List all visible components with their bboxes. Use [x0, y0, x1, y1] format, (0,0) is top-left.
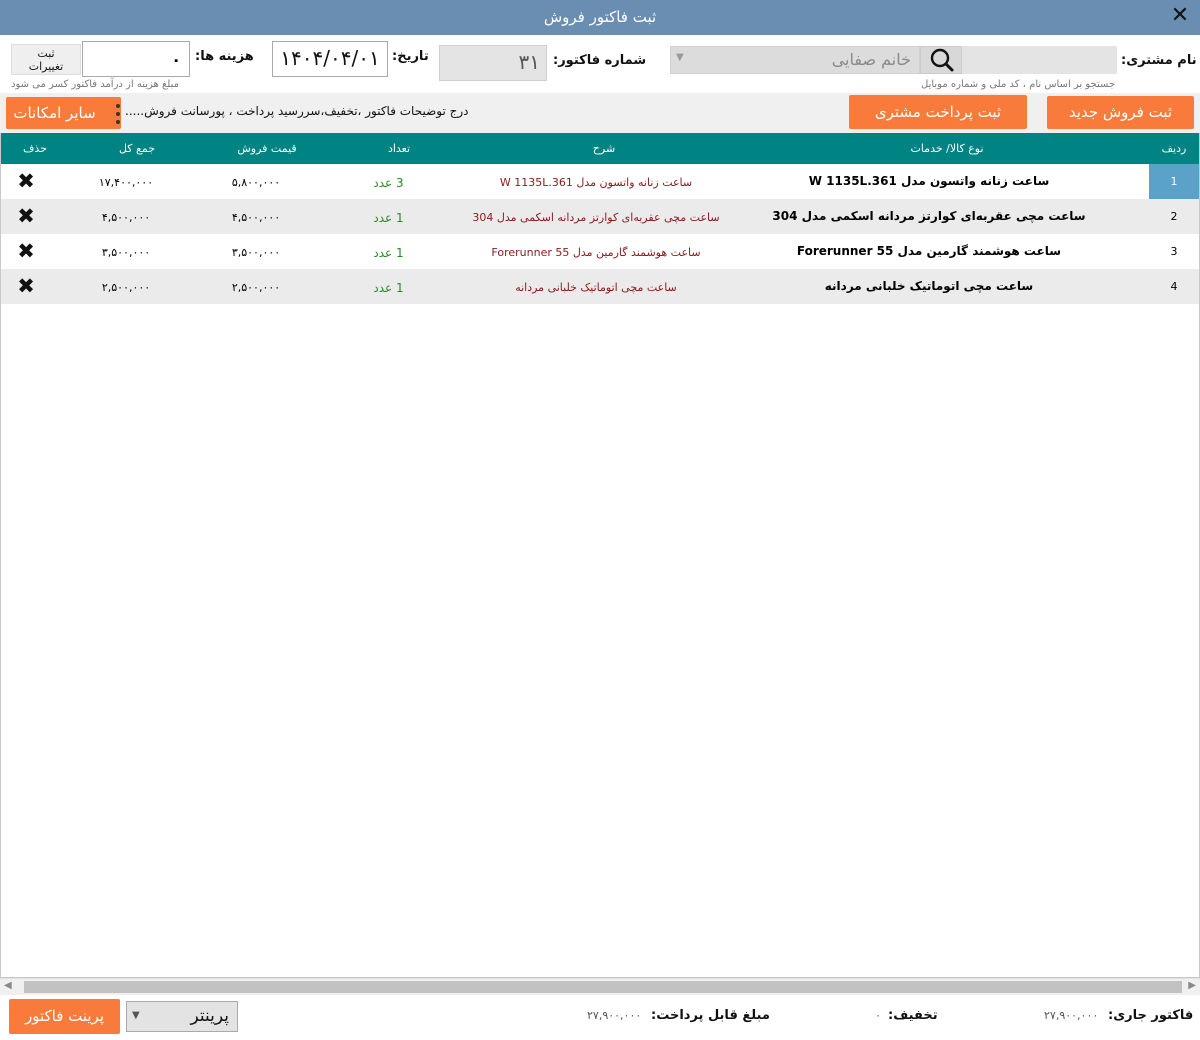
date-label: تاریخ: [392, 49, 429, 64]
delete-x-icon[interactable]: ✖ [11, 239, 41, 263]
row-quantity: 1 عدد [373, 246, 404, 260]
row-item-name: ساعت مچی اتوماتیک خلبانی مردانه [824, 279, 1034, 293]
table-row[interactable]: 1 ساعت زنانه واتسون مدل W 1135L.361 ساعت… [1, 164, 1199, 199]
payable-label: مبلغ قابل پرداخت: [651, 1008, 770, 1023]
discount-label: تخفیف: [888, 1008, 938, 1023]
title-bar: ثبت فاکتور فروش ✕ [0, 0, 1200, 35]
sales-invoice-window: ثبت فاکتور فروش ✕ نام مشتری: جستجو بر اس… [0, 0, 1200, 1040]
row-index: 2 [1170, 210, 1178, 223]
scroll-left-icon[interactable]: ◀ [4, 980, 12, 991]
row-item-name: ساعت مچی عقربه‌ای کوارتز مردانه اسکمی مد… [772, 209, 1086, 223]
table-row[interactable]: 2 ساعت مچی عقربه‌ای کوارتز مردانه اسکمی … [1, 199, 1199, 234]
column-desc: شرح [592, 142, 616, 155]
customer-payment-button[interactable]: ثبت پرداخت مشتری [849, 95, 1027, 129]
invoice-description-link[interactable]: درج توضیحات فاکتور ،تخفیف،سررسید پرداخت … [125, 104, 469, 118]
cost-hint: مبلغ هزینه از درآمد فاکتور کسر می شود [11, 79, 179, 90]
print-invoice-button[interactable]: پرینت فاکتور [9, 999, 120, 1034]
search-icon [930, 48, 954, 72]
cost-field[interactable]: ۰ [82, 41, 190, 77]
row-quantity: 1 عدد [373, 281, 404, 295]
row-item-name: ساعت زنانه واتسون مدل W 1135L.361 [808, 174, 1050, 188]
invoice-number-label: شماره فاکتور: [553, 53, 647, 68]
invoice-header: نام مشتری: جستجو بر اساس نام ، کد ملی و … [0, 35, 1200, 93]
save-changes-button[interactable]: ثبت تغییرات [11, 44, 81, 75]
printer-selected-value: پرینتر [190, 1006, 229, 1026]
printer-select[interactable]: پرینتر ▼ [126, 1001, 238, 1032]
search-button[interactable] [920, 46, 962, 74]
table-row[interactable]: 4 ساعت مچی اتوماتیک خلبانی مردانه ساعت م… [1, 269, 1199, 304]
column-index: ردیف [1161, 142, 1187, 155]
row-index: 3 [1170, 245, 1178, 258]
row-description: ساعت مچی عقربه‌ای کوارتز مردانه اسکمی مد… [472, 211, 720, 224]
row-price: ۳,۵۰۰,۰۰۰ [231, 246, 281, 259]
row-description: ساعت زنانه واتسون مدل W 1135L.361 [499, 176, 693, 189]
delete-x-icon[interactable]: ✖ [11, 169, 41, 193]
delete-x-icon[interactable]: ✖ [11, 204, 41, 228]
row-price: ۵,۸۰۰,۰۰۰ [231, 176, 281, 189]
customer-select[interactable]: خانم صفایی ▼ [670, 46, 920, 74]
scroll-right-icon[interactable]: ▶ [1188, 980, 1196, 991]
row-price: ۲,۵۰۰,۰۰۰ [231, 281, 281, 294]
row-price: ۴,۵۰۰,۰۰۰ [231, 211, 281, 224]
table-row[interactable]: 3 ساعت هوشمند گارمین مدل Forerunner 55 س… [1, 234, 1199, 269]
new-sale-button[interactable]: ثبت فروش جدید [1047, 96, 1194, 129]
row-quantity: 3 عدد [373, 176, 404, 190]
more-options-button[interactable]: سایر امکانات [6, 97, 121, 129]
invoice-number-field: ۳۱ [439, 45, 547, 81]
vertical-dots-icon [112, 101, 124, 131]
row-index: 4 [1170, 280, 1178, 293]
row-total: ۱۷,۴۰۰,۰۰۰ [98, 176, 154, 189]
window-title: ثبت فاکتور فروش [543, 8, 657, 26]
row-total: ۳,۵۰۰,۰۰۰ [101, 246, 151, 259]
date-field[interactable]: ۱۴۰۴/۰۴/۰۱ [272, 41, 388, 77]
chevron-down-icon: ▼ [132, 1010, 140, 1021]
chevron-down-icon: ▼ [676, 52, 684, 63]
customer-label: نام مشتری: [1121, 53, 1197, 68]
invoice-items-table: ردیف نوع کالا/ خدمات شرح تعداد قیمت فروش… [0, 133, 1200, 978]
current-invoice-label: فاکتور جاری: [1108, 1008, 1194, 1023]
more-options-label: سایر امکانات [13, 104, 96, 122]
column-delete: حذف [23, 142, 47, 155]
row-description: ساعت هوشمند گارمین مدل Forerunner 55 [491, 246, 701, 259]
column-total: جمع کل [118, 142, 156, 155]
customer-search-hint: جستجو بر اساس نام ، کد ملی و شماره موبای… [921, 79, 1116, 90]
column-price: قیمت فروش [237, 142, 297, 155]
table-header: ردیف نوع کالا/ خدمات شرح تعداد قیمت فروش… [1, 133, 1199, 164]
discount-value: ۰ [875, 1009, 881, 1022]
customer-search-input[interactable] [962, 46, 1117, 74]
column-name: نوع کالا/ خدمات [910, 142, 984, 155]
action-bar: ثبت فروش جدید ثبت پرداخت مشتری درج توضیح… [0, 93, 1200, 133]
row-total: ۴,۵۰۰,۰۰۰ [101, 211, 151, 224]
row-quantity: 1 عدد [373, 211, 404, 225]
column-qty: تعداد [387, 142, 411, 155]
scrollbar-thumb[interactable] [24, 981, 1182, 993]
invoice-footer: فاکتور جاری: ۲۷,۹۰۰,۰۰۰ تخفیف: ۰ مبلغ قا… [0, 995, 1200, 1040]
save-changes-label-line1: ثبت [37, 47, 55, 60]
current-invoice-value: ۲۷,۹۰۰,۰۰۰ [1044, 1009, 1099, 1022]
row-index: 1 [1149, 164, 1199, 199]
row-description: ساعت مچی اتوماتیک خلبانی مردانه [515, 281, 677, 294]
cost-label: هزینه ها: [195, 49, 254, 64]
delete-x-icon[interactable]: ✖ [11, 274, 41, 298]
payable-value: ۲۷,۹۰۰,۰۰۰ [587, 1009, 642, 1022]
horizontal-scrollbar[interactable]: ◀ ▶ [0, 978, 1200, 995]
customer-selected-value: خانم صفایی [831, 50, 911, 69]
row-total: ۲,۵۰۰,۰۰۰ [101, 281, 151, 294]
row-item-name: ساعت هوشمند گارمین مدل Forerunner 55 [796, 244, 1062, 258]
save-changes-label-line2: تغییرات [28, 60, 64, 73]
close-icon[interactable]: ✕ [1168, 4, 1192, 28]
